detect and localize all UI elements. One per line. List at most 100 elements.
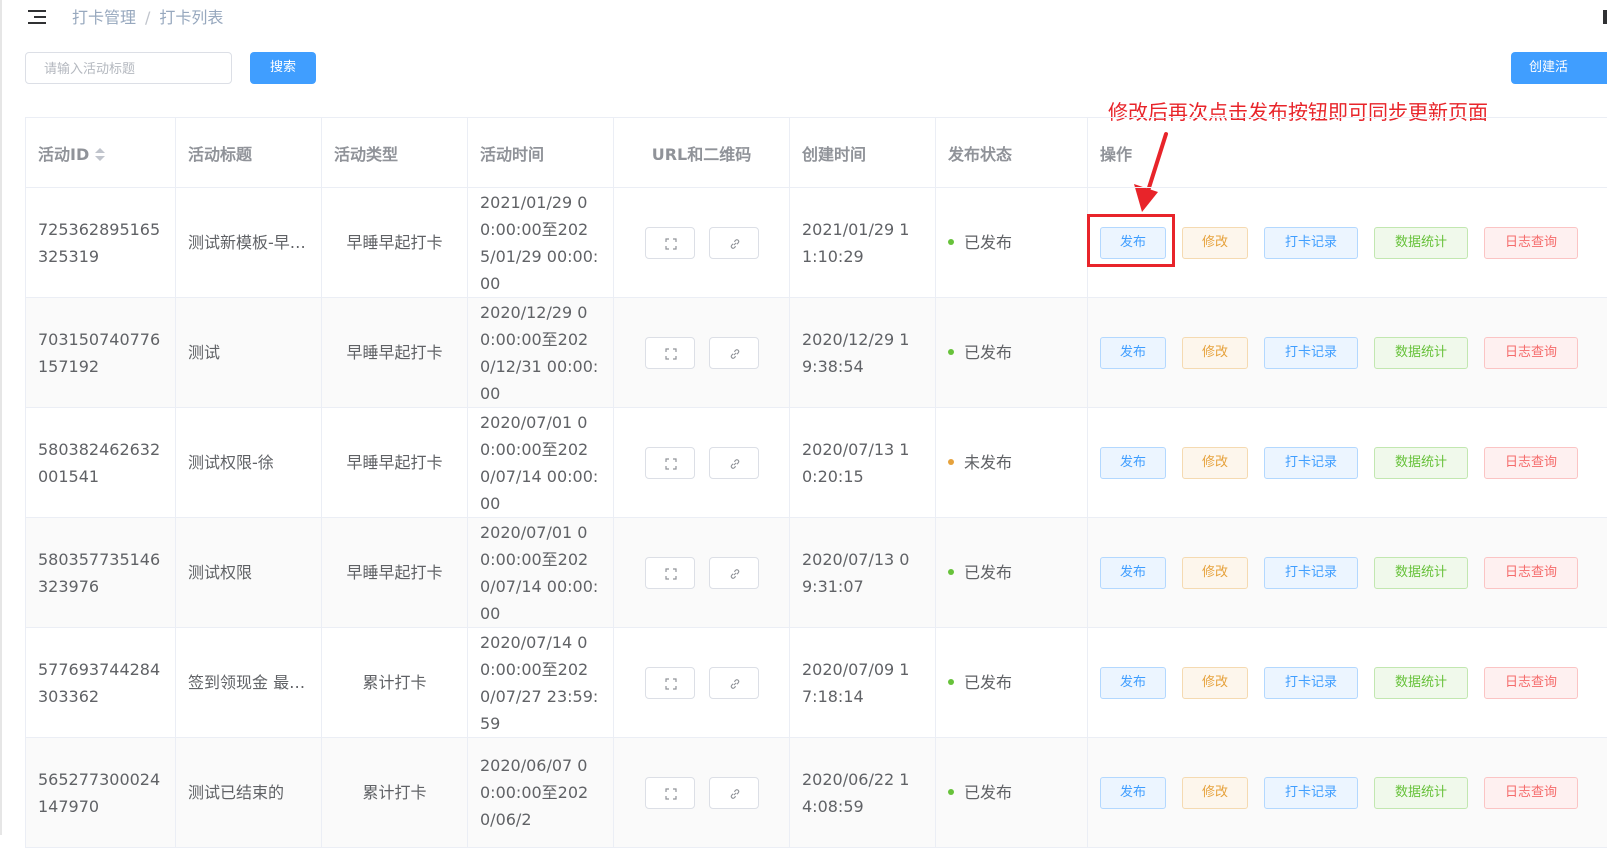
cell-actions: 发布修改打卡记录数据统计日志查询 — [1088, 738, 1607, 848]
status-dot-icon — [948, 569, 954, 575]
status-dot-icon — [948, 459, 954, 465]
copy-link-button[interactable] — [709, 667, 759, 699]
link-icon — [729, 348, 741, 360]
qrcode-fullscreen-button[interactable] — [645, 557, 695, 589]
cell-activity-time: 2020/06/07 00:00:00至2020/06/2 — [468, 738, 614, 848]
qrcode-fullscreen-button[interactable] — [645, 337, 695, 369]
cell-url-qrcode — [614, 408, 790, 518]
sort-caret-icon[interactable] — [95, 148, 105, 162]
table-row: 577693744284303362签到领现金 最…累计打卡2020/07/14… — [26, 628, 1607, 738]
status-dot-icon — [948, 679, 954, 685]
user-avatar-edge[interactable] — [1603, 10, 1607, 24]
status-dot-icon — [948, 239, 954, 245]
log-query-button[interactable]: 日志查询 — [1484, 227, 1578, 259]
breadcrumb-item-checkin-management[interactable]: 打卡管理 — [72, 8, 136, 27]
create-activity-button[interactable]: 创建活 — [1511, 52, 1607, 84]
cell-activity-type: 累计打卡 — [322, 738, 468, 848]
qrcode-fullscreen-button[interactable] — [645, 667, 695, 699]
status-dot-icon — [948, 789, 954, 795]
status-text: 已发布 — [964, 783, 1012, 802]
log-query-button[interactable]: 日志查询 — [1484, 447, 1578, 479]
cell-activity-time: 2020/07/01 00:00:00至2020/07/14 00:00:00 — [468, 518, 614, 628]
header-created-time: 创建时间 — [790, 118, 936, 188]
publish-button[interactable]: 发布 — [1100, 777, 1166, 809]
edit-button[interactable]: 修改 — [1182, 557, 1248, 589]
data-stats-button[interactable]: 数据统计 — [1374, 777, 1468, 809]
checkin-records-button[interactable]: 打卡记录 — [1264, 777, 1358, 809]
cell-activity-time: 2021/01/29 00:00:00至2025/01/29 00:00:00 — [468, 188, 614, 298]
publish-button[interactable]: 发布 — [1100, 227, 1166, 259]
publish-button[interactable]: 发布 — [1100, 337, 1166, 369]
publish-button[interactable]: 发布 — [1100, 447, 1166, 479]
header-activity-time: 活动时间 — [468, 118, 614, 188]
table-header-row: 活动ID 活动标题 活动类型 活动时间 URL和二维码 创建时间 发布状态 操作 — [26, 118, 1607, 188]
cell-activity-time: 2020/12/29 00:00:00至2020/12/31 00:00:00 — [468, 298, 614, 408]
copy-link-button[interactable] — [709, 557, 759, 589]
cell-activity-type: 早睡早起打卡 — [322, 188, 468, 298]
table-row: 565277300024147970测试已结束的累计打卡2020/06/07 0… — [26, 738, 1607, 848]
publish-button[interactable]: 发布 — [1100, 557, 1166, 589]
status-text: 已发布 — [964, 563, 1012, 582]
cell-activity-type: 早睡早起打卡 — [322, 408, 468, 518]
edit-button[interactable]: 修改 — [1182, 447, 1248, 479]
copy-link-button[interactable] — [709, 337, 759, 369]
header-activity-id[interactable]: 活动ID — [26, 118, 176, 188]
menu-toggle-icon[interactable] — [28, 10, 46, 26]
log-query-button[interactable]: 日志查询 — [1484, 667, 1578, 699]
cell-created-time: 2020/06/22 14:08:59 — [790, 738, 936, 848]
search-button[interactable]: 搜索 — [250, 52, 316, 84]
data-stats-button[interactable]: 数据统计 — [1374, 337, 1468, 369]
copy-link-button[interactable] — [709, 777, 759, 809]
cell-activity-id: 725362895165325319 — [26, 188, 176, 298]
checkin-records-button[interactable]: 打卡记录 — [1264, 447, 1358, 479]
copy-link-button[interactable] — [709, 227, 759, 259]
cell-activity-type: 早睡早起打卡 — [322, 298, 468, 408]
cell-activity-time: 2020/07/14 00:00:00至2020/07/27 23:59:59 — [468, 628, 614, 738]
checkin-records-button[interactable]: 打卡记录 — [1264, 337, 1358, 369]
fullscreen-icon — [665, 238, 677, 250]
qrcode-fullscreen-button[interactable] — [645, 777, 695, 809]
header-publish-status: 发布状态 — [936, 118, 1088, 188]
checkin-records-button[interactable]: 打卡记录 — [1264, 667, 1358, 699]
edit-button[interactable]: 修改 — [1182, 667, 1248, 699]
edit-button[interactable]: 修改 — [1182, 777, 1248, 809]
log-query-button[interactable]: 日志查询 — [1484, 337, 1578, 369]
cell-activity-type: 累计打卡 — [322, 628, 468, 738]
edit-button[interactable]: 修改 — [1182, 227, 1248, 259]
data-stats-button[interactable]: 数据统计 — [1374, 557, 1468, 589]
copy-link-button[interactable] — [709, 447, 759, 479]
cell-activity-id: 565277300024147970 — [26, 738, 176, 848]
header-activity-title: 活动标题 — [176, 118, 322, 188]
data-stats-button[interactable]: 数据统计 — [1374, 227, 1468, 259]
breadcrumb-separator: / — [145, 8, 150, 27]
log-query-button[interactable]: 日志查询 — [1484, 557, 1578, 589]
status-dot-icon — [948, 349, 954, 355]
link-icon — [729, 568, 741, 580]
log-query-button[interactable]: 日志查询 — [1484, 777, 1578, 809]
cell-activity-id: 577693744284303362 — [26, 628, 176, 738]
edit-button[interactable]: 修改 — [1182, 337, 1248, 369]
status-text: 已发布 — [964, 673, 1012, 692]
cell-publish-status: 未发布 — [936, 408, 1088, 518]
checkin-records-button[interactable]: 打卡记录 — [1264, 557, 1358, 589]
data-stats-button[interactable]: 数据统计 — [1374, 667, 1468, 699]
cell-activity-title: 签到领现金 最… — [176, 628, 322, 738]
link-icon — [729, 788, 741, 800]
publish-button[interactable]: 发布 — [1100, 667, 1166, 699]
breadcrumb: 打卡管理/打卡列表 — [72, 4, 223, 28]
cell-url-qrcode — [614, 628, 790, 738]
cell-activity-title: 测试权限-徐 — [176, 408, 322, 518]
qrcode-fullscreen-button[interactable] — [645, 227, 695, 259]
cell-actions: 发布修改打卡记录数据统计日志查询 — [1088, 408, 1607, 518]
cell-activity-id: 703150740776157192 — [26, 298, 176, 408]
header-url-qrcode: URL和二维码 — [614, 118, 790, 188]
cell-actions: 发布修改打卡记录数据统计日志查询 — [1088, 628, 1607, 738]
fullscreen-icon — [665, 568, 677, 580]
qrcode-fullscreen-button[interactable] — [645, 447, 695, 479]
data-stats-button[interactable]: 数据统计 — [1374, 447, 1468, 479]
checkin-records-button[interactable]: 打卡记录 — [1264, 227, 1358, 259]
search-input[interactable] — [25, 52, 232, 84]
cell-url-qrcode — [614, 298, 790, 408]
status-text: 已发布 — [964, 343, 1012, 362]
cell-publish-status: 已发布 — [936, 738, 1088, 848]
